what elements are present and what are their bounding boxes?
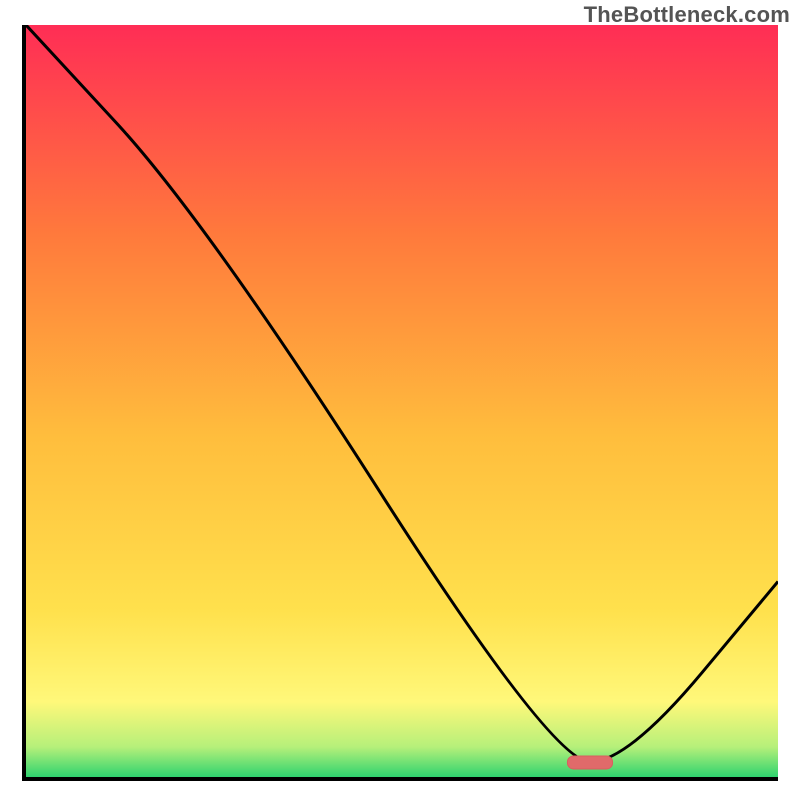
plot-area — [26, 25, 778, 777]
chart-svg — [26, 25, 778, 777]
optimum-marker — [567, 756, 612, 769]
chart-container: TheBottleneck.com — [0, 0, 800, 800]
gradient-background — [26, 25, 778, 777]
